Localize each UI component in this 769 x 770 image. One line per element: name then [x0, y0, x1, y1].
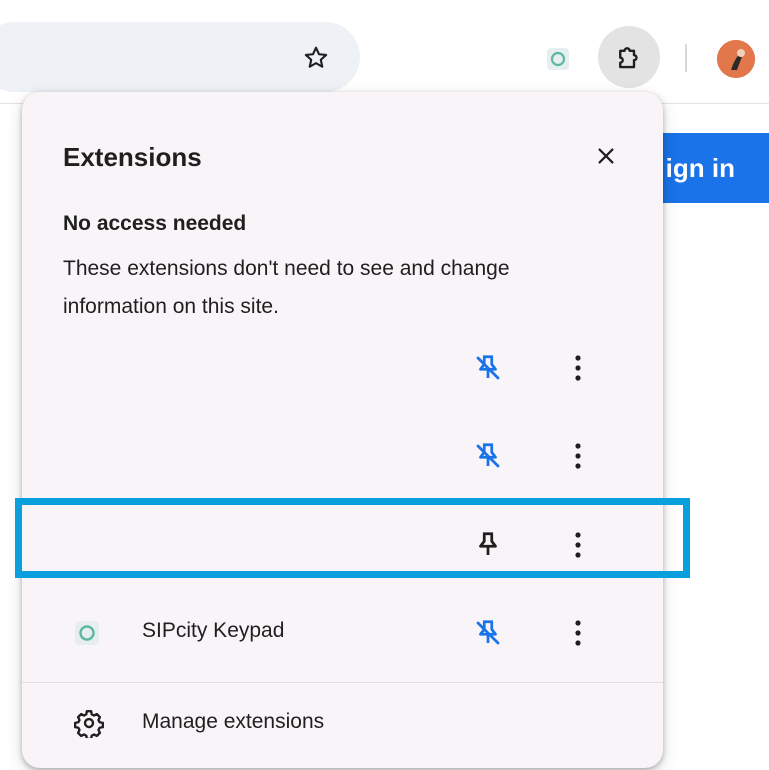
extensions-button[interactable]: [598, 26, 660, 88]
extension-row[interactable]: [22, 333, 663, 403]
extension-row[interactable]: [22, 421, 663, 491]
profile-avatar[interactable]: [717, 40, 755, 78]
sipcity-keypad-icon: [547, 48, 569, 70]
pin-off-icon: [476, 355, 500, 380]
more-vert-icon: [575, 620, 581, 646]
more-options-button[interactable]: [560, 438, 596, 474]
extension-name: SIPcity Keypad: [142, 619, 285, 642]
manage-extensions-button[interactable]: Manage extensions: [22, 692, 663, 754]
toolbar-divider: [685, 44, 687, 72]
avatar-image: [717, 40, 755, 78]
unpin-button[interactable]: [470, 350, 506, 386]
close-icon: [598, 148, 614, 164]
more-vert-icon: [575, 443, 581, 469]
more-vert-icon: [575, 532, 581, 558]
gear-icon: [73, 707, 105, 739]
unpin-button[interactable]: [470, 615, 506, 651]
pin-button[interactable]: [470, 527, 506, 563]
pin-off-icon: [476, 443, 500, 468]
sign-in-label: ign in: [665, 152, 735, 183]
star-icon: [304, 46, 328, 68]
more-options-button[interactable]: [560, 350, 596, 386]
pin-icon: [479, 532, 497, 555]
sipcity-keypad-icon: [74, 620, 100, 646]
more-options-button[interactable]: [560, 527, 596, 563]
popup-title: Extensions: [63, 142, 202, 172]
unpin-button[interactable]: [470, 438, 506, 474]
bookmark-star-button[interactable]: [296, 38, 336, 78]
close-button[interactable]: [588, 138, 624, 174]
extension-row[interactable]: [22, 510, 663, 580]
manage-extensions-label: Manage extensions: [142, 710, 325, 733]
more-options-button[interactable]: [560, 615, 596, 651]
extensions-menu: Extensions No access needed These extens…: [22, 92, 663, 768]
browser-toolbar: [0, 0, 769, 104]
extension-row-sipcity-keypad[interactable]: SIPcity Keypad: [22, 598, 663, 668]
section-title: No access needed: [63, 212, 247, 235]
puzzle-icon: [619, 47, 638, 69]
pin-off-icon: [476, 620, 500, 645]
menu-divider: [22, 682, 663, 683]
section-description: These extensions don't need to see and c…: [63, 257, 510, 318]
more-vert-icon: [575, 355, 581, 381]
pinned-extension-button[interactable]: [543, 44, 573, 74]
